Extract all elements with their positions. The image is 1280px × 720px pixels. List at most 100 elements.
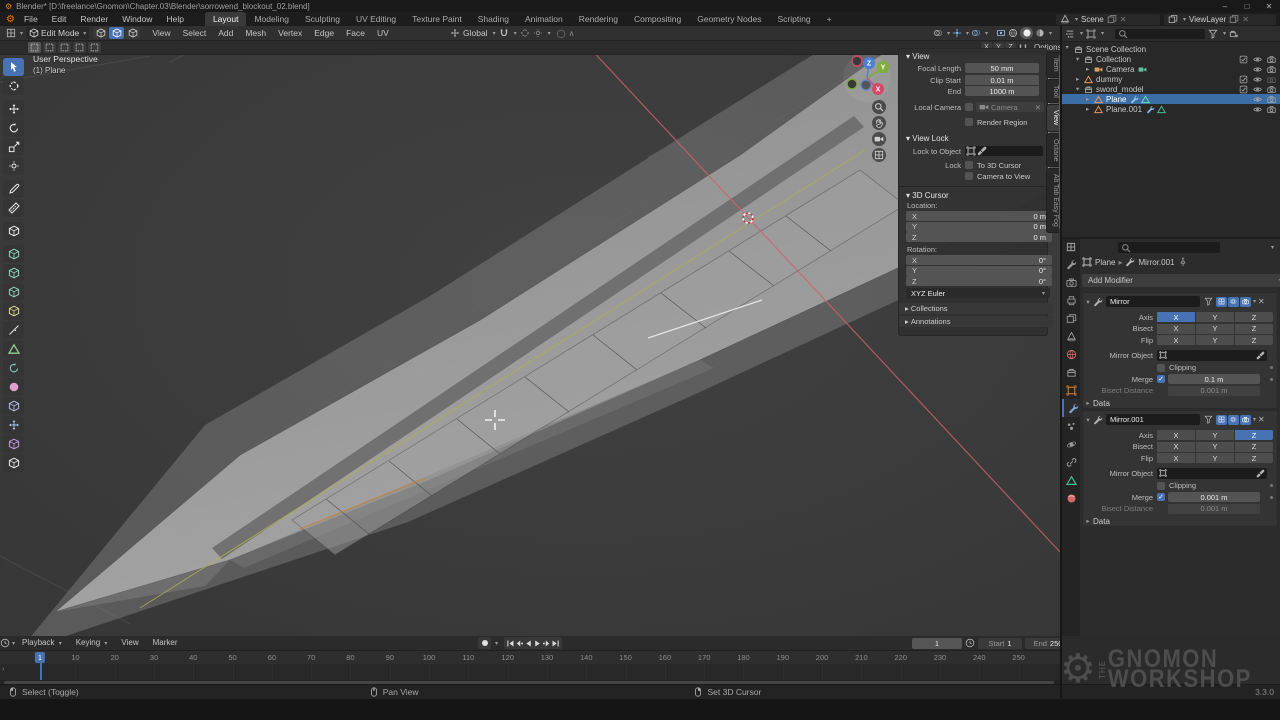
outliner-check-icon[interactable] [1239, 85, 1248, 94]
menu-window[interactable]: Window [115, 12, 159, 26]
outliner-cam-icon[interactable] [1267, 65, 1276, 74]
modifier-axis-z[interactable]: Z [1235, 312, 1273, 322]
editor-divider[interactable] [1060, 26, 1062, 698]
select-mode-option-4[interactable] [88, 42, 101, 53]
show-overlays-toggle[interactable] [933, 28, 943, 38]
tool-inset-faces[interactable] [3, 264, 24, 282]
zoom-button[interactable] [872, 100, 886, 114]
outliner-row-scene collection[interactable]: Scene Collection [1062, 44, 1280, 54]
tool-smooth[interactable] [3, 378, 24, 396]
snap-toggle[interactable] [499, 28, 509, 38]
lock-to-object-field[interactable] [965, 146, 1043, 156]
modifier-axis-x[interactable]: X [1157, 453, 1195, 463]
scene-selector[interactable]: ▾ Scene ✕ [1056, 14, 1160, 25]
sidebar-tab-view[interactable]: View [1046, 104, 1059, 131]
sidebar-tab-octane[interactable]: Octane [1046, 133, 1059, 168]
outliner-eye-icon[interactable] [1253, 95, 1262, 104]
sidebar-tab-item[interactable]: Item [1046, 52, 1059, 78]
outliner-filter-type[interactable] [1086, 29, 1096, 39]
orientation-dropdown[interactable]: Global [463, 28, 488, 38]
clipping-checkbox[interactable] [1157, 482, 1165, 490]
outliner-cam-icon[interactable] [1267, 95, 1276, 104]
modifier-realtime-toggle[interactable] [1228, 297, 1239, 307]
properties-tab-output[interactable] [1062, 291, 1080, 309]
workspace-tab-layout[interactable]: Layout [205, 12, 247, 26]
camera-view-button[interactable] [872, 132, 886, 146]
current-frame-field[interactable]: 1 [912, 638, 962, 649]
close-button[interactable]: ✕ [1258, 2, 1280, 11]
workspace-tab-shading[interactable]: Shading [470, 12, 517, 26]
eyedropper-icon[interactable] [1256, 469, 1265, 478]
add-modifier-button[interactable]: Add Modifier▾ [1082, 274, 1280, 287]
auto-keying-button[interactable] [478, 637, 491, 649]
workspace-tab-geometry-nodes[interactable]: Geometry Nodes [689, 12, 769, 26]
local-camera-checkbox[interactable] [965, 103, 973, 111]
outliner-row-collection[interactable]: ▾ Collection [1062, 54, 1280, 64]
eyedropper-icon[interactable] [1256, 351, 1265, 360]
modifier-axis-x[interactable]: X [1157, 312, 1195, 322]
timeline-editor-type[interactable] [0, 638, 10, 648]
view-panel-header[interactable]: ▾ View [899, 49, 1047, 63]
outliner-row-plane[interactable]: ▸ Plane [1062, 94, 1280, 104]
tool-knife[interactable] [3, 321, 24, 339]
view-lock-header[interactable]: ▾ View Lock [899, 131, 949, 145]
outliner-cam-icon[interactable] [1267, 85, 1276, 94]
overlays-toggle[interactable] [971, 28, 981, 38]
outliner-row-plane-001[interactable]: ▸ Plane.001 [1062, 104, 1280, 114]
outliner-eye-icon[interactable] [1253, 85, 1262, 94]
proportional-edit-toggle[interactable] [520, 28, 530, 38]
tool-measure[interactable] [3, 199, 24, 217]
viewport-menu-select[interactable]: Select [177, 26, 213, 40]
merge-checkbox[interactable]: ✓ [1157, 493, 1165, 501]
viewport-menu-edge[interactable]: Edge [308, 26, 340, 40]
tool-transform[interactable] [3, 157, 24, 175]
outliner-eye-icon[interactable] [1253, 105, 1262, 114]
jumpstart-button[interactable] [506, 638, 515, 648]
annotations-panel-header[interactable]: ▸ Annotations [899, 316, 1053, 327]
modifier-name-field[interactable]: Mirror.001 [1106, 414, 1200, 425]
ortho-toggle-button[interactable] [872, 148, 886, 162]
modifier-expand[interactable]: ▾ [1083, 298, 1093, 306]
shading-solid-button[interactable] [1020, 27, 1033, 39]
outliner-cam-icon[interactable] [1267, 55, 1276, 64]
tool-rotate[interactable] [3, 119, 24, 137]
tool-scale[interactable] [3, 138, 24, 156]
properties-tab-modifiers[interactable] [1062, 399, 1082, 417]
properties-tab-object[interactable] [1062, 381, 1080, 399]
menu-help[interactable]: Help [159, 12, 190, 26]
properties-search-input[interactable] [1118, 242, 1220, 253]
modifier-render-toggle[interactable] [1240, 297, 1251, 307]
outliner-search-input[interactable] [1115, 29, 1205, 39]
edge-select-button[interactable] [109, 27, 124, 39]
modifier-expand[interactable]: ▾ [1083, 416, 1093, 424]
modifier-axis-z[interactable]: Z [1235, 324, 1273, 334]
timeline-menu-playback[interactable]: Playback ▾ [15, 636, 69, 651]
select-mode-option-2[interactable] [58, 42, 71, 53]
playhead[interactable] [40, 664, 42, 680]
playrev-button[interactable] [524, 638, 533, 648]
properties-tab-collection[interactable] [1062, 363, 1080, 381]
clipping-checkbox[interactable] [1157, 364, 1165, 372]
tool-loop-cut[interactable] [3, 302, 24, 320]
outliner-filter-button[interactable] [1208, 29, 1218, 39]
viewport-menu-face[interactable]: Face [340, 26, 371, 40]
modifier-axis-y[interactable]: Y [1196, 324, 1234, 334]
tool-cursor[interactable] [3, 77, 24, 95]
modifier-axis-x[interactable]: X [1157, 442, 1195, 452]
new-collection-button[interactable] [1229, 29, 1239, 39]
to-3d-cursor-checkbox[interactable] [965, 161, 973, 169]
bisect-distance-field[interactable]: 0.001 m [1168, 386, 1260, 396]
cursor-rotation-x-field[interactable]: X0° [906, 255, 1052, 265]
tool-add-cube[interactable] [3, 222, 24, 240]
outliner-display-mode[interactable] [1065, 29, 1075, 39]
timeline-menu-marker[interactable]: Marker [146, 636, 185, 650]
cursor-location-z-field[interactable]: Z0 m [906, 232, 1052, 242]
modifier-axis-y[interactable]: Y [1196, 312, 1234, 322]
nextkey-button[interactable] [542, 638, 551, 648]
modifier-axis-y[interactable]: Y [1196, 430, 1234, 440]
face-select-button[interactable] [125, 27, 140, 39]
viewport-menu-uv[interactable]: UV [371, 26, 395, 40]
properties-tab-view-layer[interactable] [1062, 309, 1080, 327]
workspace-tab-rendering[interactable]: Rendering [571, 12, 626, 26]
modifier-render-toggle[interactable] [1240, 415, 1251, 425]
